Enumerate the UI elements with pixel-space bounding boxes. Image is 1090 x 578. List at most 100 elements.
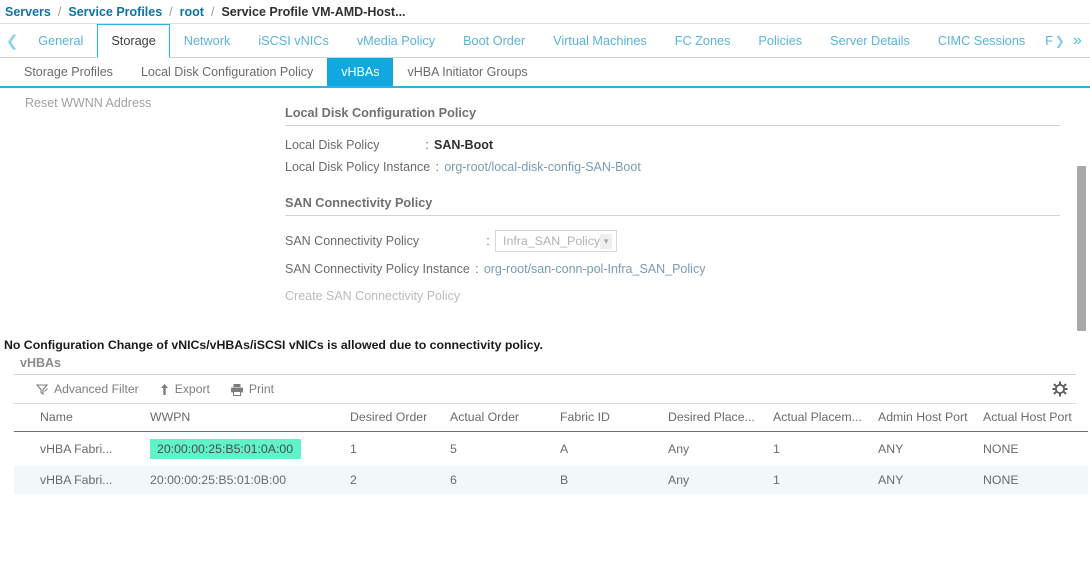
cell-desired-placement[interactable]: Any <box>668 432 773 467</box>
chevron-down-icon[interactable]: ▼ <box>600 233 612 249</box>
cell-actual-order[interactable]: 6 <box>450 466 560 494</box>
breadcrumb-item-root[interactable]: root <box>180 5 204 19</box>
cell-wwpn[interactable]: 20:00:00:25:B5:01:0A:00 <box>150 432 350 467</box>
cell-actual-placement[interactable]: 1 <box>773 432 878 467</box>
tabs-scroll-left-icon[interactable]: ❮ <box>0 24 24 57</box>
kv-colon: : <box>425 138 429 152</box>
tab-boot-order[interactable]: Boot Order <box>449 24 539 57</box>
export-button[interactable]: Export <box>159 382 210 396</box>
breadcrumb: Servers / Service Profiles / root / Service Pr… <box>0 0 1090 24</box>
san-connectivity-policy-instance-label: SAN Connectivity Policy Instance <box>285 262 470 276</box>
connectivity-policy-warning: No Configuration Change of vNICs/vHBAs/i… <box>4 338 543 352</box>
kv-colon: : <box>475 262 479 276</box>
cell-actual-host-port[interactable]: NONE <box>983 466 1088 494</box>
breadcrumb-separator: / <box>210 4 215 19</box>
create-san-connectivity-policy-link[interactable]: Create SAN Connectivity Policy <box>285 289 1060 303</box>
section-divider <box>285 215 1060 216</box>
vhbas-panel-title: vHBAs <box>20 356 61 370</box>
chevron-right-icon[interactable]: ❯ <box>1055 24 1065 57</box>
subtab-vhbas[interactable]: vHBAs <box>327 58 394 86</box>
tab-virtual-machines[interactable]: Virtual Machines <box>539 24 661 57</box>
cell-desired-order[interactable]: 1 <box>350 432 450 467</box>
subtab-storage-profiles[interactable]: Storage Profiles <box>10 58 127 86</box>
column-header-admin-host-port[interactable]: Admin Host Port <box>878 404 983 432</box>
breadcrumb-separator: / <box>169 4 173 19</box>
cell-actual-order[interactable]: 5 <box>450 432 560 467</box>
local-disk-policy-instance-value: org-root/local-disk-config-SAN-Boot <box>444 160 641 174</box>
print-button[interactable]: Print <box>230 382 274 396</box>
tab-general[interactable]: General <box>24 24 97 57</box>
detail-body: WWNN Pool Instance : org-root/wwn-pool-W… <box>285 88 1060 303</box>
column-header-actual-host-port[interactable]: Actual Host Port <box>983 404 1088 432</box>
column-header-wwpn[interactable]: WWPN <box>150 404 350 432</box>
local-disk-section-title: Local Disk Configuration Policy <box>285 106 477 120</box>
san-connectivity-section-title: SAN Connectivity Policy <box>285 196 433 210</box>
vhbas-table: Name WWPN Desired Order Actual Order Fabric … <box>14 404 1088 494</box>
tab-server-details[interactable]: Server Details <box>816 24 924 57</box>
tab-network[interactable]: Network <box>170 24 245 57</box>
local-disk-policy-instance-row: Local Disk Policy Instance : org-root/lo… <box>285 156 1060 178</box>
tab-iscsi-vnics[interactable]: iSCSI vNICs <box>244 24 343 57</box>
tab-fsm-partial-label: F <box>1045 33 1054 48</box>
cell-actual-host-port[interactable]: NONE <box>983 432 1088 467</box>
upload-arrow-icon <box>159 383 170 396</box>
cell-desired-placement[interactable]: Any <box>668 466 773 494</box>
advanced-filter-label: Advanced Filter <box>54 382 139 396</box>
kv-colon: : <box>486 234 490 248</box>
cell-admin-host-port[interactable]: ANY <box>878 466 983 494</box>
column-header-fabric-id[interactable]: Fabric ID <box>560 404 668 432</box>
detail-scrollbar[interactable] <box>1077 88 1086 338</box>
breadcrumb-item-service-profiles[interactable]: Service Profiles <box>68 5 162 19</box>
tab-storage[interactable]: Storage <box>97 24 170 58</box>
export-label: Export <box>174 382 210 396</box>
table-row[interactable]: vHBA Fabri... 20:00:00:25:B5:01:0B:00 2 6 B A… <box>14 466 1088 494</box>
cell-desired-order[interactable]: 2 <box>350 466 450 494</box>
cell-admin-host-port[interactable]: ANY <box>878 432 983 467</box>
tab-fc-zones[interactable]: FC Zones <box>661 24 745 57</box>
table-row[interactable]: vHBA Fabri... 20:00:00:25:B5:01:0A:00 1 5 A A… <box>14 432 1088 467</box>
breadcrumb-item-service-profile-vm-amd-host: Service Profile VM-AMD-Host... <box>221 4 406 19</box>
main-tab-bar: ❮ General Storage Network iSCSI vNICs vMedia… <box>0 24 1090 58</box>
cell-actual-placement[interactable]: 1 <box>773 466 878 494</box>
print-label: Print <box>248 382 274 396</box>
san-connectivity-policy-selected-value: Infra_SAN_Policy <box>503 234 601 248</box>
tab-cimc-sessions[interactable]: CIMC Sessions <box>924 24 1039 57</box>
local-disk-policy-instance-label: Local Disk Policy Instance <box>285 160 431 174</box>
table-header-row: Name WWPN Desired Order Actual Order Fabric … <box>14 404 1088 432</box>
reset-wwnn-address-link[interactable]: Reset WWNN Address <box>0 88 270 118</box>
breadcrumb-item-servers[interactable]: Servers <box>5 5 51 19</box>
cell-fabric-id[interactable]: B <box>560 466 668 494</box>
breadcrumb-separator: / <box>57 4 62 19</box>
table-toolbar: Advanced Filter Export Print <box>14 375 1076 404</box>
column-header-desired-place[interactable]: Desired Place... <box>668 404 773 432</box>
cell-wwpn[interactable]: 20:00:00:25:B5:01:0B:00 <box>150 466 350 494</box>
tab-vmedia-policy[interactable]: vMedia Policy <box>343 24 449 57</box>
column-header-actual-placem[interactable]: Actual Placem... <box>773 404 878 432</box>
gear-icon[interactable] <box>1052 381 1068 397</box>
cell-name[interactable]: vHBA Fabri... <box>14 466 150 494</box>
section-divider <box>285 125 1060 126</box>
subtab-vhba-initiator-groups[interactable]: vHBA Initiator Groups <box>393 58 541 86</box>
san-connectivity-policy-instance-value: org-root/san-conn-pol-Infra_SAN_Policy <box>483 262 706 276</box>
san-connectivity-policy-row: SAN Connectivity Policy : Infra_SAN_Poli… <box>285 224 1060 258</box>
subtab-local-disk-configuration-policy[interactable]: Local Disk Configuration Policy <box>127 58 327 86</box>
detail-scroll-region: Reset WWNN Address WWNN Pool Instance : … <box>0 88 1090 338</box>
column-header-name[interactable]: Name <box>14 404 150 432</box>
column-header-desired-order[interactable]: Desired Order <box>350 404 450 432</box>
printer-icon <box>230 383 244 396</box>
column-header-actual-order[interactable]: Actual Order <box>450 404 560 432</box>
san-connectivity-policy-instance-row: SAN Connectivity Policy Instance : org-r… <box>285 258 1060 280</box>
tab-policies[interactable]: Policies <box>744 24 816 57</box>
detail-scrollbar-thumb[interactable] <box>1077 166 1086 331</box>
local-disk-policy-label: Local Disk Policy <box>285 138 380 152</box>
left-actions-panel: Reset WWNN Address <box>0 88 270 118</box>
double-chevron-right-icon[interactable]: » <box>1065 24 1090 57</box>
tab-fsm-partial[interactable]: F <box>1039 24 1055 57</box>
local-disk-policy-value: SAN-Boot <box>434 138 494 152</box>
cell-name[interactable]: vHBA Fabri... <box>14 432 150 467</box>
wwpn-highlight: 20:00:00:25:B5:01:0A:00 <box>150 439 302 459</box>
san-connectivity-policy-select[interactable]: Infra_SAN_Policy ▼ <box>495 230 617 252</box>
advanced-filter-button[interactable]: Advanced Filter <box>36 382 139 396</box>
local-disk-policy-row: Local Disk Policy : SAN-Boot <box>285 134 1060 156</box>
cell-fabric-id[interactable]: A <box>560 432 668 467</box>
